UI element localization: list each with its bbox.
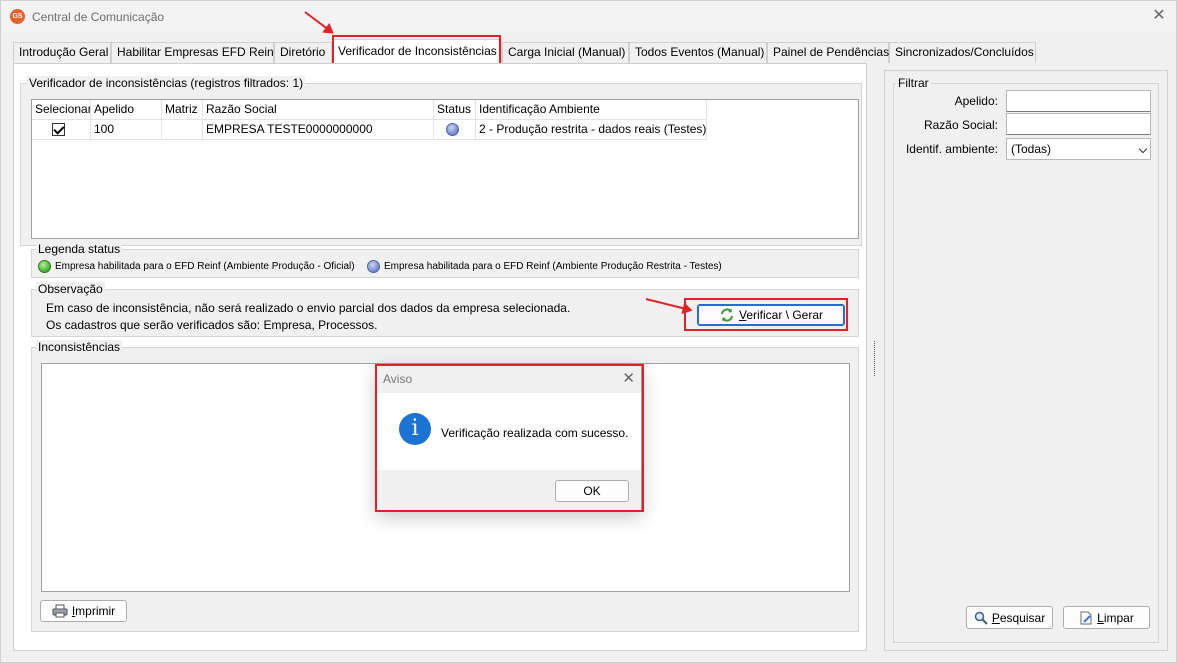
title-bar: GS Central de Comunicação ✕ — [1, 1, 1176, 33]
grid-header: Selecionar Apelido Matriz Razão Social S… — [32, 100, 707, 120]
status-blue-icon — [367, 260, 380, 273]
razao-social-cell: EMPRESA TESTE0000000000 — [203, 120, 434, 140]
status-cell — [434, 120, 476, 140]
pesquisar-label: Pesquisar — [991, 610, 1046, 625]
refresh-icon — [720, 308, 733, 322]
inconsistencias-title: Inconsistências — [36, 340, 123, 354]
matriz-cell — [162, 120, 203, 140]
limpar-label: Limpar — [1097, 610, 1134, 625]
ambiente-label: Identif. ambiente: — [905, 142, 998, 156]
tab-introducao-geral[interactable]: Introdução Geral — [13, 42, 111, 63]
printer-icon — [52, 604, 68, 618]
companies-grid: Selecionar Apelido Matriz Razão Social S… — [31, 99, 859, 239]
col-selecionar[interactable]: Selecionar — [32, 100, 91, 120]
ambiente-cell: 2 - Produção restrita - dados reais (Tes… — [476, 120, 707, 140]
ok-button[interactable]: OK — [555, 480, 629, 502]
verificar-gerar-label: Verificar \ Gerar — [738, 308, 824, 322]
ambiente-select-value: (Todas) — [1011, 142, 1052, 156]
chevron-down-icon — [1138, 144, 1148, 154]
legend-blue-label: Empresa habilitada para o EFD Reinf (Amb… — [384, 261, 722, 272]
razao-social-label: Razão Social: — [923, 118, 998, 132]
search-icon — [974, 611, 988, 625]
window-title: Central de Comunicação — [32, 10, 165, 24]
window-close-button[interactable]: ✕ — [1150, 7, 1168, 25]
limpar-button[interactable]: Limpar — [1063, 606, 1150, 629]
legend-title: Legenda status — [36, 242, 123, 256]
tab-carga-inicial[interactable]: Carga Inicial (Manual) — [502, 42, 629, 63]
app-logo-icon: GS — [10, 9, 25, 24]
tab-sincronizados[interactable]: Sincronizados/Concluídos — [889, 42, 1036, 63]
legend-item-green: Empresa habilitada para o EFD Reinf (Amb… — [38, 260, 355, 273]
filter-group: Filtrar — [893, 76, 1159, 643]
observacao-group: Observação Em caso de inconsistência, nã… — [31, 282, 859, 337]
legend-item-blue: Empresa habilitada para o EFD Reinf (Amb… — [367, 260, 722, 273]
col-matriz[interactable]: Matriz — [162, 100, 203, 120]
verificador-panel: Verificador de inconsistências (registro… — [13, 63, 867, 651]
legend-group: Legenda status Empresa habilitada para o… — [31, 242, 859, 278]
col-apelido[interactable]: Apelido — [91, 100, 162, 120]
tab-verificador-inconsistencias[interactable]: Verificador de Inconsistências — [332, 39, 502, 64]
col-razao-social[interactable]: Razão Social — [203, 100, 434, 120]
imprimir-button[interactable]: Imprimir — [40, 600, 127, 622]
panel-splitter[interactable] — [874, 341, 877, 376]
apelido-label: Apelido: — [954, 94, 998, 108]
select-cell[interactable] — [32, 120, 91, 140]
filter-title: Filtrar — [896, 76, 931, 90]
tab-painel-pendencias[interactable]: Painel de Pendências — [767, 42, 889, 63]
tab-diretorio[interactable]: Diretório — [274, 42, 332, 63]
imprimir-label: Imprimir — [71, 604, 116, 618]
table-row[interactable]: 100 EMPRESA TESTE0000000000 2 - Produção… — [32, 120, 707, 140]
row-select-checkbox[interactable] — [52, 123, 65, 136]
verificar-gerar-button[interactable]: Verificar \ Gerar — [697, 304, 845, 326]
clear-document-icon — [1080, 611, 1092, 624]
col-identificacao-ambiente[interactable]: Identificação Ambiente — [476, 100, 707, 120]
apelido-cell: 100 — [91, 120, 162, 140]
filter-panel: Filtrar Apelido: Razão Social: Identif. … — [884, 70, 1168, 651]
tab-habilitar-empresas[interactable]: Habilitar Empresas EFD Reinf — [111, 42, 277, 63]
pesquisar-button[interactable]: Pesquisar — [966, 606, 1053, 629]
aviso-dialog: Aviso ✕ i Verificação realizada com suce… — [376, 365, 642, 511]
legend-green-label: Empresa habilitada para o EFD Reinf (Amb… — [55, 261, 355, 272]
dialog-title: Aviso — [383, 372, 413, 386]
observacao-line-2: Os cadastros que serão verificados são: … — [46, 318, 378, 332]
apelido-input[interactable] — [1006, 90, 1151, 112]
status-blue-icon — [446, 123, 459, 136]
dialog-body: i Verificação realizada com sucesso. — [377, 393, 641, 470]
ambiente-select[interactable]: (Todas) — [1006, 138, 1151, 160]
info-icon: i — [399, 413, 431, 445]
tab-todos-eventos[interactable]: Todos Eventos (Manual) — [629, 42, 767, 63]
status-green-icon — [38, 260, 51, 273]
observacao-line-1: Em caso de inconsistência, não será real… — [46, 301, 571, 315]
verificador-group-title: Verificador de inconsistências (registro… — [27, 76, 306, 90]
dialog-close-button[interactable]: ✕ — [622, 369, 635, 387]
app-window: GS Central de Comunicação ✕ Introdução G… — [0, 0, 1177, 663]
dialog-message: Verificação realizada com sucesso. — [441, 426, 629, 440]
razao-social-input[interactable] — [1006, 113, 1151, 135]
col-status[interactable]: Status — [434, 100, 476, 120]
observacao-title: Observação — [36, 282, 105, 296]
